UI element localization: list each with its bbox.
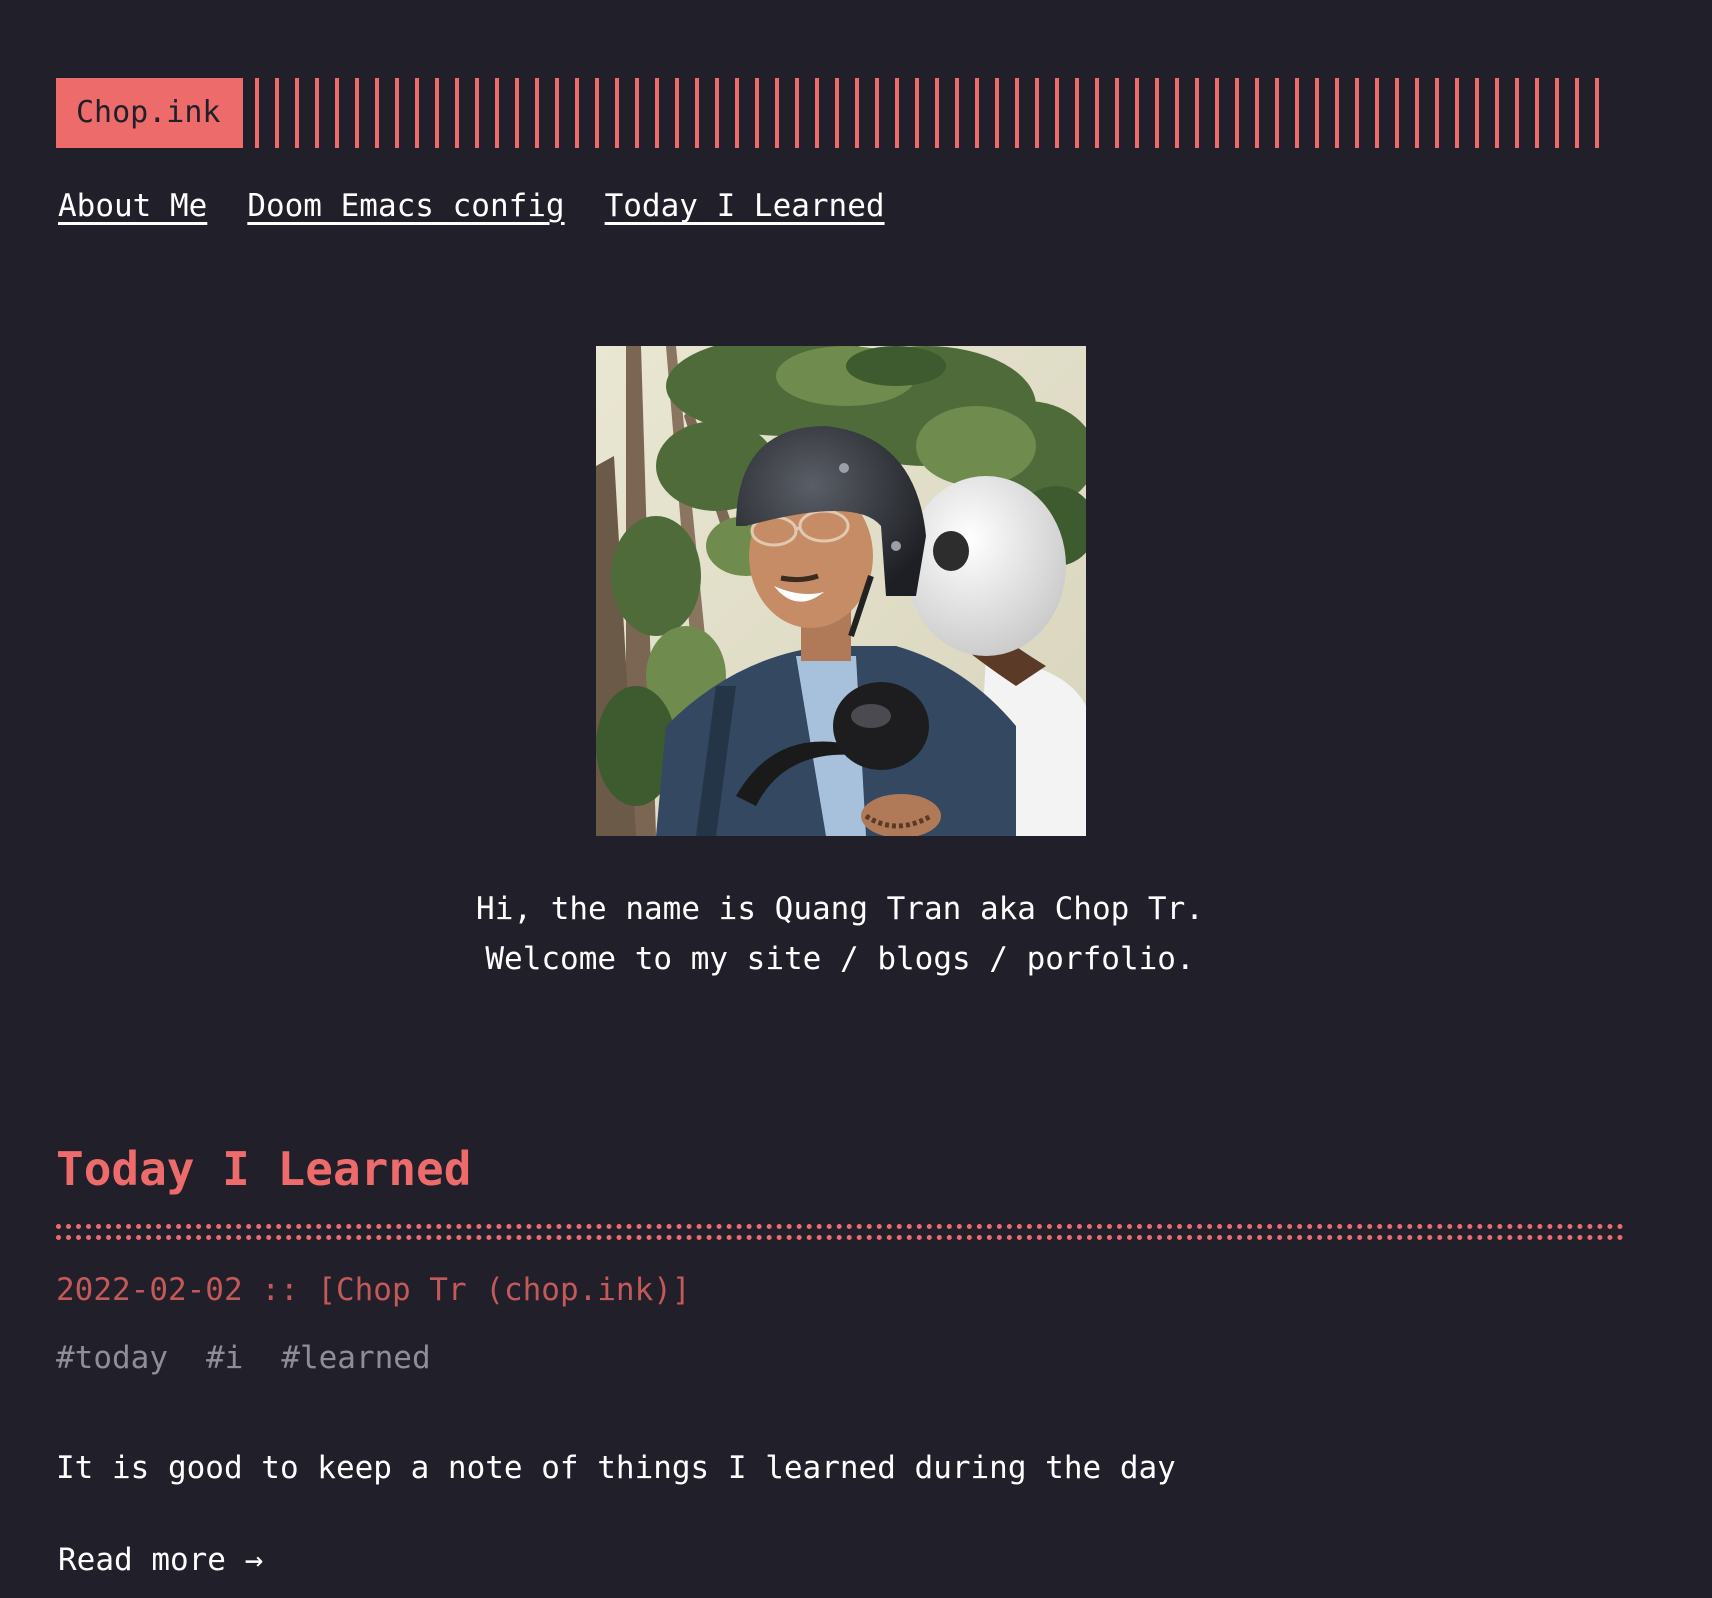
site-logo-link[interactable]: Chop.ink — [56, 78, 243, 148]
main-nav: About Me Doom Emacs config Today I Learn… — [58, 188, 925, 224]
nav-item-about-me[interactable]: About Me — [58, 188, 207, 224]
nav-item-doom-emacs-config[interactable]: Doom Emacs config — [247, 188, 564, 224]
logo-stripes-decoration — [254, 78, 1611, 148]
post-meta: 2022-02-02 :: [Chop Tr (chop.ink)] — [56, 1272, 691, 1308]
post-title[interactable]: Today I Learned — [56, 1142, 471, 1196]
post-author: [Chop Tr (chop.ink)] — [317, 1272, 691, 1308]
post-excerpt: It is good to keep a note of things I le… — [56, 1450, 1176, 1486]
meta-separator: :: — [261, 1272, 299, 1308]
intro-text: Hi, the name is Quang Tran aka Chop Tr. … — [0, 884, 1680, 984]
post-date: 2022-02-02 — [56, 1272, 243, 1308]
avatar-photo — [596, 346, 1086, 836]
read-more-link[interactable]: Read more → — [58, 1542, 263, 1578]
title-divider — [56, 1224, 1624, 1240]
tag-learned[interactable]: #learned — [281, 1340, 430, 1376]
intro-line-2: Welcome to my site / blogs / porfolio. — [485, 941, 1195, 977]
tag-today[interactable]: #today — [56, 1340, 168, 1376]
post-tags: #today #i #learned — [56, 1340, 469, 1376]
nav-item-today-i-learned[interactable]: Today I Learned — [605, 188, 885, 224]
tag-i[interactable]: #i — [206, 1340, 243, 1376]
intro-line-1: Hi, the name is Quang Tran aka Chop Tr. — [476, 891, 1204, 927]
site-header: Chop.ink — [56, 78, 1611, 148]
